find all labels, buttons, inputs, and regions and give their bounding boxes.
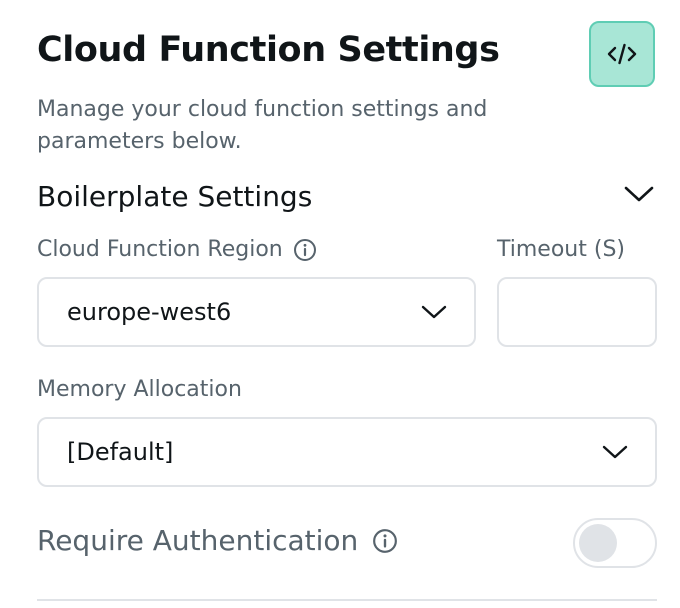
info-icon[interactable]	[293, 238, 317, 262]
region-select[interactable]: europe-west6	[37, 277, 476, 347]
chevron-down-icon	[601, 443, 629, 461]
region-select-value: europe-west6	[67, 298, 232, 326]
chevron-down-icon	[623, 184, 655, 208]
require-auth-toggle[interactable]	[573, 518, 657, 568]
page-subtitle: Manage your cloud function settings and …	[37, 97, 488, 154]
memory-select-value: [Default]	[67, 438, 174, 466]
region-label-text: Cloud Function Region	[37, 237, 283, 262]
view-code-button[interactable]	[589, 21, 655, 87]
boilerplate-settings-header[interactable]: Boilerplate Settings	[37, 176, 657, 220]
section-title: Boilerplate Settings	[37, 180, 313, 213]
divider	[37, 599, 657, 601]
timeout-label: Timeout (S)	[497, 237, 625, 262]
cloud-function-settings-panel: Cloud Function Settings Manage your clou…	[0, 0, 680, 608]
info-icon[interactable]	[372, 528, 398, 554]
region-label: Cloud Function Region	[37, 237, 317, 262]
memory-select[interactable]: [Default]	[37, 417, 657, 487]
toggle-knob	[579, 524, 617, 562]
chevron-down-icon	[420, 303, 448, 321]
page-title: Cloud Function Settings	[37, 30, 500, 70]
require-auth-label-text: Require Authentication	[37, 524, 359, 557]
memory-label: Memory Allocation	[37, 377, 242, 402]
code-brackets-icon	[605, 40, 639, 68]
require-auth-label: Require Authentication	[37, 524, 398, 557]
timeout-input[interactable]	[497, 277, 657, 347]
